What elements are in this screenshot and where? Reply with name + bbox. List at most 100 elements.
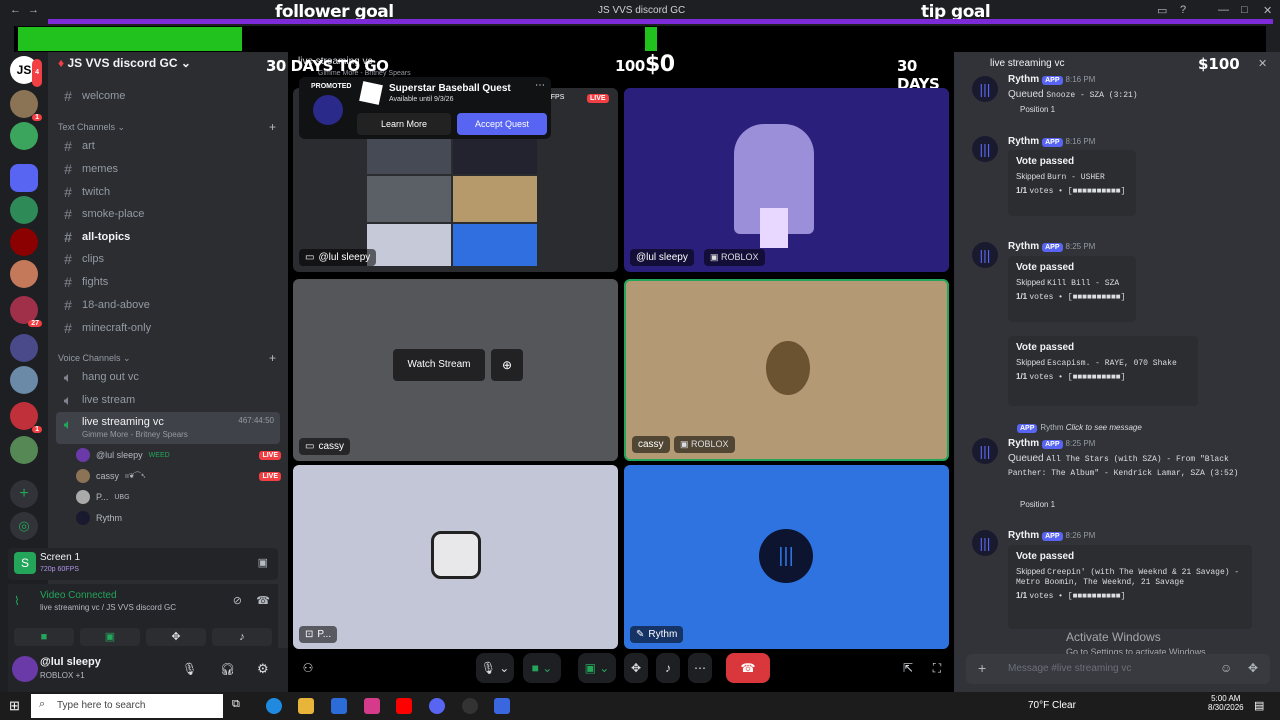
- stop-stream-icon[interactable]: ▣: [258, 556, 268, 569]
- microphone-icon[interactable]: 🎙︎: [182, 662, 197, 676]
- rythm-avatar[interactable]: |||: [972, 242, 998, 268]
- disconnect-icon[interactable]: ☎: [256, 594, 270, 607]
- notifications-icon[interactable]: ▤: [1254, 699, 1264, 712]
- apps-icon[interactable]: ✥: [1248, 661, 1258, 675]
- minimize-icon[interactable]: —: [1218, 4, 1229, 16]
- voice-channels-category[interactable]: Voice Channels ⌄: [58, 353, 131, 364]
- more-options-icon[interactable]: ⋯: [688, 653, 712, 683]
- server-icon[interactable]: [10, 334, 38, 362]
- activities-button[interactable]: ✥: [146, 628, 206, 646]
- channel-18-and-above[interactable]: #18-and-above: [56, 295, 280, 315]
- watch-stream-button[interactable]: Watch Stream: [393, 349, 485, 381]
- channel-memes[interactable]: # memes: [56, 159, 280, 179]
- vc-member[interactable]: P... UBG: [76, 488, 281, 506]
- server-icon[interactable]: [10, 366, 38, 394]
- stream-tile[interactable]: @lul sleepy ▣ ROBLOX: [624, 88, 949, 272]
- channel-clips[interactable]: # clips: [56, 249, 280, 269]
- youtube-icon[interactable]: [396, 698, 412, 714]
- reply-reference[interactable]: APP Rythm Click to see message: [1014, 423, 1142, 433]
- add-server-icon[interactable]: +: [10, 480, 38, 508]
- task-view-icon[interactable]: ⧉: [232, 698, 248, 714]
- vc-member[interactable]: cassy ıı❦⁀➴ LIVE: [76, 467, 281, 485]
- rythm-avatar[interactable]: |||: [972, 136, 998, 162]
- server-icon[interactable]: [10, 164, 38, 192]
- file-explorer-icon[interactable]: [298, 698, 314, 714]
- message-author[interactable]: Rythm APP 8:16 PM: [1008, 74, 1095, 85]
- camera-button[interactable]: ■: [14, 628, 74, 646]
- voice-location[interactable]: live streaming vc / JS VVS discord GC: [40, 603, 176, 612]
- text-channels-category[interactable]: Text Channels ⌄: [58, 122, 125, 133]
- server-header[interactable]: ♦ JS VVS discord GC ⌄: [48, 52, 288, 74]
- learn-more-button[interactable]: Learn More: [357, 113, 451, 135]
- server-icon[interactable]: [10, 196, 38, 224]
- rythm-avatar[interactable]: |||: [972, 76, 998, 102]
- server-icon[interactable]: 27: [10, 296, 42, 327]
- message-author[interactable]: Rythm APP 8:26 PM: [1008, 530, 1095, 541]
- obs-icon[interactable]: [462, 698, 478, 714]
- help-icon[interactable]: ?: [1180, 4, 1186, 16]
- message-author[interactable]: Rythm APP 8:25 PM: [1008, 438, 1095, 449]
- share-screen-toggle-button[interactable]: ▣ ⌄: [578, 653, 616, 683]
- channel-art[interactable]: # art: [56, 136, 280, 156]
- settings-gear-icon[interactable]: ⚙: [257, 661, 269, 677]
- accept-quest-button[interactable]: Accept Quest: [457, 113, 547, 135]
- message-author[interactable]: Rythm APP 8:25 PM: [1008, 241, 1095, 252]
- server-icon[interactable]: [10, 228, 38, 256]
- inbox-icon[interactable]: ▭: [1157, 4, 1167, 17]
- start-icon[interactable]: ⊞: [9, 698, 20, 714]
- edge-icon[interactable]: [266, 698, 282, 714]
- discord-icon[interactable]: [429, 698, 445, 714]
- weather[interactable]: 70°F Clear: [1028, 700, 1076, 711]
- voice-channel-live-stream[interactable]: 🔈︎ live stream: [56, 390, 280, 410]
- server-icon[interactable]: [10, 436, 38, 464]
- soundboard-icon[interactable]: ♪: [656, 653, 680, 683]
- invite-icon[interactable]: ⚇: [296, 653, 320, 683]
- home-server-icon[interactable]: JS 4: [10, 56, 42, 87]
- stream-tile[interactable]: ||| ✎ Rythm: [624, 465, 949, 649]
- signal-icon[interactable]: ⌇: [14, 594, 20, 608]
- popout-icon[interactable]: ⇱: [897, 653, 919, 683]
- server-icon[interactable]: [10, 122, 38, 150]
- emoji-icon[interactable]: ☺: [1220, 661, 1232, 675]
- server-icon[interactable]: 1: [10, 402, 42, 433]
- server-icon[interactable]: [10, 260, 38, 288]
- stream-tile[interactable]: cassy ▣ ROBLOX: [624, 279, 949, 461]
- server-icon[interactable]: 1: [10, 90, 42, 121]
- channel-twitch[interactable]: # twitch: [56, 182, 280, 202]
- close-chat-icon[interactable]: ✕: [1258, 57, 1267, 70]
- stream-tile[interactable]: Watch Stream ⊕ ▭ cassy: [293, 279, 618, 461]
- chat-input[interactable]: + Message #live streaming vc ☺ ✥: [966, 654, 1270, 684]
- stream-tile[interactable]: ⊡ P...: [293, 465, 618, 649]
- camera-toggle-button[interactable]: ■ ⌄: [523, 653, 561, 683]
- mute-button[interactable]: 🎙︎ ⌄: [476, 653, 514, 683]
- noise-suppression-icon[interactable]: ⊘: [233, 594, 242, 607]
- rythm-avatar[interactable]: |||: [972, 530, 998, 556]
- channel-fights[interactable]: # fights: [56, 272, 280, 292]
- channel-smoke-place[interactable]: # smoke-place: [56, 204, 280, 224]
- leave-call-button[interactable]: ☎: [726, 653, 770, 683]
- add-text-channel-icon[interactable]: +: [269, 120, 276, 134]
- headphones-icon[interactable]: 🎧︎: [220, 662, 235, 676]
- voice-channel-hang-out[interactable]: 🔈︎ hang out vc: [56, 367, 280, 387]
- more-icon[interactable]: ⋯: [535, 80, 545, 91]
- vc-member[interactable]: @lul sleepy WEED LIVE: [76, 446, 281, 464]
- add-voice-channel-icon[interactable]: +: [269, 351, 276, 365]
- voice-channel-live-streaming-vc[interactable]: 🔈︎ live streaming vc Gimme More - Britne…: [56, 412, 280, 444]
- back-icon[interactable]: ←: [10, 4, 21, 16]
- soundboard-button[interactable]: ♪: [212, 628, 272, 646]
- forward-icon[interactable]: →: [28, 4, 39, 16]
- discover-icon[interactable]: ◎: [10, 512, 38, 540]
- message-author[interactable]: Rythm APP 8:16 PM: [1008, 136, 1095, 147]
- activities-icon[interactable]: ✥: [624, 653, 648, 683]
- channel-welcome[interactable]: # welcome: [56, 86, 280, 106]
- store-icon[interactable]: [331, 698, 347, 714]
- clock[interactable]: 5:00 AM 8/30/2026: [1208, 694, 1244, 712]
- vc-member[interactable]: Rythm: [76, 509, 281, 527]
- channel-minecraft-only[interactable]: # minecraft-only: [56, 318, 280, 338]
- taskbar-search-input[interactable]: ⌕ Type here to search: [31, 694, 223, 718]
- avatar[interactable]: [12, 656, 38, 682]
- channel-all-topics[interactable]: # all-topics: [56, 227, 280, 247]
- close-icon[interactable]: ✕: [1263, 4, 1272, 17]
- app-icon[interactable]: [494, 698, 510, 714]
- rythm-avatar[interactable]: |||: [972, 438, 998, 464]
